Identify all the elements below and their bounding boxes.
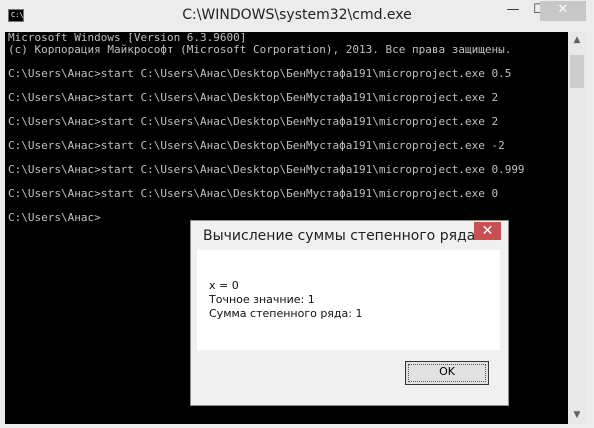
console-command-line: C:\Users\Анас>start C:\Users\Анас\Deskto… (8, 91, 499, 104)
minimize-button[interactable]: — (500, 1, 526, 21)
close-button[interactable]: ✕ (540, 1, 586, 21)
console-command-line: C:\Users\Анас>start C:\Users\Анас\Deskto… (8, 115, 499, 128)
message-box-title: Вычисление суммы степенного ряда (203, 228, 476, 244)
message-series-sum: Сумма степенного ряда: 1 (209, 307, 363, 320)
vertical-scrollbar[interactable]: ▲ ▼ (568, 32, 586, 424)
message-exact-value: Точное значние: 1 (209, 293, 315, 306)
console-command-line: C:\Users\Анас>start C:\Users\Анас\Deskto… (8, 187, 499, 200)
scroll-up-arrow-icon[interactable]: ▲ (568, 32, 586, 49)
console-command-line: C:\Users\Анас>start C:\Users\Анас\Deskto… (8, 139, 505, 152)
scroll-down-arrow-icon[interactable]: ▼ (568, 407, 586, 424)
message-x-value: x = 0 (209, 279, 239, 292)
window-border (586, 0, 594, 428)
message-box-close-button[interactable]: ✕ (474, 222, 501, 240)
message-box-body: x = 0 Точное значние: 1 Сумма степенного… (197, 250, 500, 350)
console-header-line: (c) Корпорация Майкрософт (Microsoft Cor… (8, 43, 512, 56)
message-box: Вычисление суммы степенного ряда ✕ x = 0… (190, 220, 509, 406)
scroll-thumb[interactable] (570, 55, 584, 88)
window-titlebar[interactable]: C:\ C:\WINDOWS\system32\cmd.exe — ☐ ✕ (0, 0, 594, 32)
console-command-line: C:\Users\Анас>start C:\Users\Анас\Deskto… (8, 163, 525, 176)
ok-button[interactable]: OK (405, 361, 489, 385)
message-box-titlebar[interactable]: Вычисление суммы степенного ряда ✕ (191, 221, 508, 250)
console-command-line: C:\Users\Анас>start C:\Users\Анас\Deskto… (8, 67, 512, 80)
focus-rectangle (408, 364, 486, 382)
console-text: Microsoft Windows [Version 6.3.9600] (c) … (8, 32, 525, 224)
